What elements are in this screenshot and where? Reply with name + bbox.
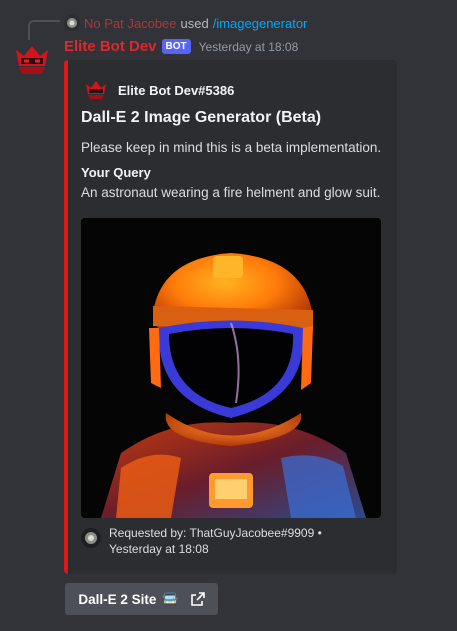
query-field-name: Your Query: [81, 165, 151, 180]
dalle-site-link-button[interactable]: Dall-E 2 Site 🚍: [65, 583, 218, 615]
reply-context[interactable]: No Pat Jacobee used /imagegenerator: [64, 14, 307, 32]
reply-username[interactable]: No Pat Jacobee: [84, 16, 177, 31]
link-button-label: Dall-E 2 Site: [78, 591, 157, 607]
embed-title: Dall-E 2 Image Generator (Beta): [81, 109, 322, 126]
message-header: Elite Bot Dev BOT Yesterday at 18:08: [64, 38, 298, 55]
bot-logo-icon: [86, 81, 106, 99]
bot-avatar[interactable]: [12, 40, 52, 80]
slash-command-link[interactable]: /imagegenerator: [213, 16, 308, 31]
message-timestamp[interactable]: Yesterday at 18:08: [199, 40, 299, 54]
embed-description: Please keep in mind this is a beta imple…: [81, 140, 382, 155]
embed-author-name: Elite Bot Dev#5386: [118, 82, 235, 98]
generated-astronaut-image[interactable]: [81, 218, 381, 518]
query-field-value: An astronaut wearing a fire helment and …: [81, 185, 381, 200]
embed-card: Elite Bot Dev#5386 Dall-E 2 Image Genera…: [64, 60, 397, 574]
embed-footer: Requested by: ThatGuyJacobee#9909 • Yest…: [81, 525, 371, 557]
reply-user-avatar[interactable]: [64, 15, 80, 31]
reply-action-text: used: [180, 15, 209, 31]
bus-emoji-icon: 🚍: [162, 591, 179, 606]
reply-connector: [28, 12, 60, 40]
bot-username[interactable]: Elite Bot Dev: [64, 38, 157, 55]
bot-badge: BOT: [161, 39, 191, 54]
external-link-icon: [190, 592, 205, 606]
requester-avatar-icon: [81, 528, 101, 548]
embed-footer-text: Requested by: ThatGuyJacobee#9909 • Yest…: [109, 526, 322, 556]
embed-author: Elite Bot Dev#5386: [84, 78, 234, 102]
